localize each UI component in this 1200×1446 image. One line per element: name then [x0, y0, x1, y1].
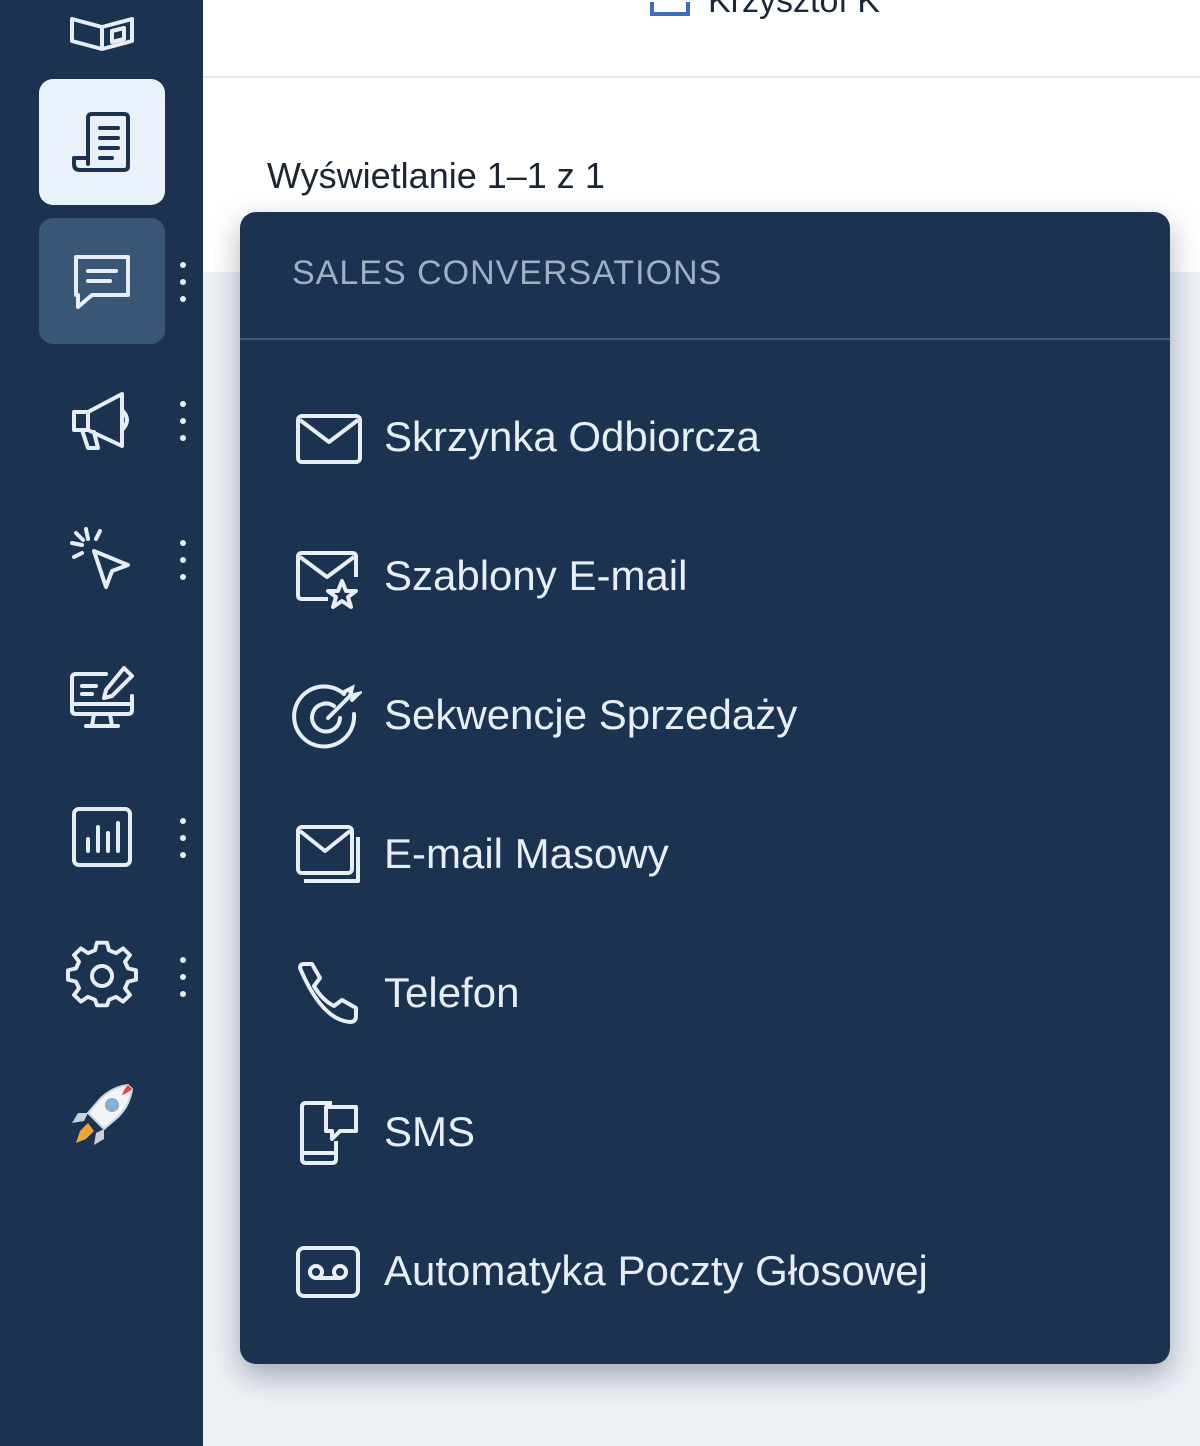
menu-item-inbox[interactable]: Skrzynka Odbiorcza [292, 397, 1112, 477]
stacked-envelope-icon [296, 825, 360, 883]
voicemail-icon [296, 1246, 360, 1298]
menu-item-voicemail-automation[interactable]: Automatyka Poczty Głosowej [292, 1231, 1112, 1311]
reports-more-icon[interactable] [177, 818, 189, 858]
monitor-edit-icon [70, 666, 134, 728]
sidebar-item-reports[interactable] [39, 774, 165, 900]
menu-item-mass-email[interactable]: E-mail Masowy [292, 814, 1112, 894]
top-bar: Krzysztof K [203, 0, 1200, 78]
menu-item-label: Automatyka Poczty Głosowej [384, 1247, 928, 1294]
menu-item-label: SMS [384, 1108, 476, 1155]
sidebar-item-landing-pages[interactable] [39, 635, 165, 761]
cursor-click-icon [70, 527, 130, 589]
envelope-icon [296, 414, 362, 464]
menu-item-sms[interactable]: SMS [292, 1092, 1112, 1172]
menu-item-label: E-mail Masowy [384, 830, 669, 877]
settings-more-icon[interactable] [177, 957, 189, 997]
menu-header: SALES CONVERSATIONS [240, 212, 1170, 340]
sidebar-item-conversations[interactable] [39, 218, 165, 344]
bar-chart-icon [72, 807, 132, 867]
book-icon [70, 17, 134, 51]
sales-conversations-menu: SALES CONVERSATIONS Skrzynka Odbiorcza S… [240, 212, 1170, 1364]
sidebar [0, 0, 203, 1446]
sidebar-item-documents[interactable] [39, 79, 165, 205]
campaigns-more-icon[interactable] [177, 401, 189, 441]
user-name[interactable]: Krzysztof K [708, 0, 880, 21]
menu-item-sales-sequences[interactable]: Sekwencje Sprzedaży [292, 675, 1112, 755]
sidebar-item-contacts-book[interactable] [39, 0, 165, 78]
sidebar-item-campaigns[interactable] [39, 357, 165, 483]
pagination-summary: Wyświetlanie 1–1 z 1 [267, 155, 605, 196]
menu-item-label: Szablony E-mail [384, 552, 688, 599]
menu-title: SALES CONVERSATIONS [292, 254, 723, 292]
envelope-star-icon [296, 551, 358, 609]
menu-item-label: Skrzynka Odbiorcza [384, 413, 760, 460]
rocket-icon [72, 1083, 134, 1145]
chat-icon [74, 255, 130, 309]
sidebar-item-settings[interactable] [39, 913, 165, 1039]
tracking-more-icon[interactable] [177, 540, 189, 580]
conversations-more-icon[interactable] [177, 262, 189, 302]
menu-item-label: Telefon [384, 969, 520, 1016]
sidebar-item-getting-started[interactable] [39, 1052, 165, 1178]
menu-item-email-templates[interactable]: Szablony E-mail [292, 536, 1112, 616]
user-icon [650, 2, 690, 16]
gear-icon [66, 940, 138, 1008]
megaphone-icon [72, 392, 129, 450]
phone-icon [298, 962, 358, 1024]
sidebar-item-tracking[interactable] [39, 496, 165, 622]
menu-item-label: Sekwencje Sprzedaży [384, 691, 798, 738]
document-icon [72, 112, 130, 172]
menu-item-phone[interactable]: Telefon [292, 953, 1112, 1033]
target-icon [292, 684, 362, 749]
mobile-message-icon [300, 1101, 358, 1165]
